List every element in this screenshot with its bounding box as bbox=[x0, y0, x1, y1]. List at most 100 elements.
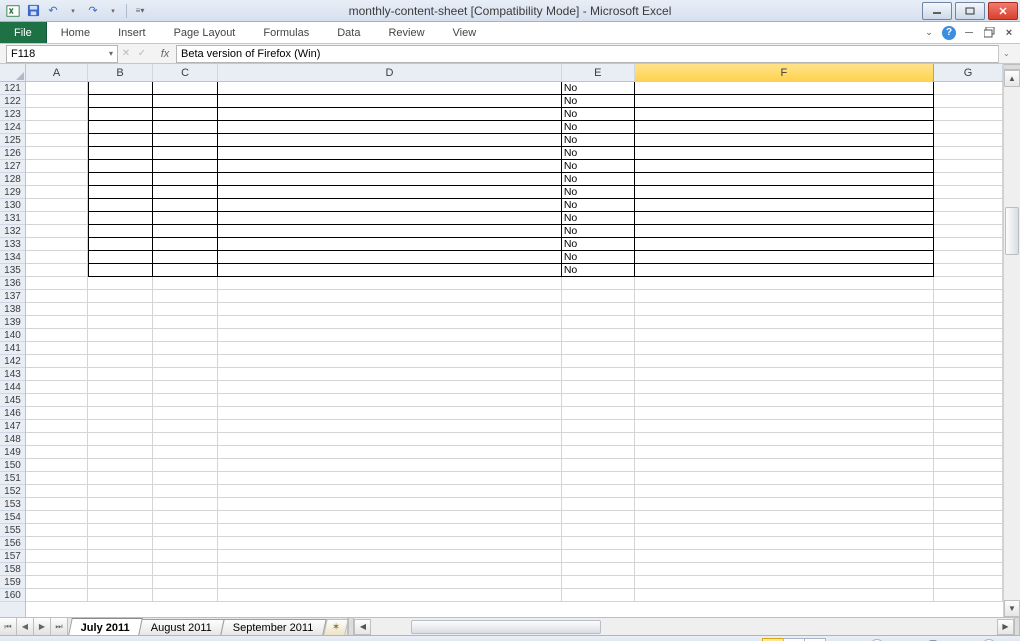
redo-icon[interactable]: ↷ bbox=[84, 2, 102, 20]
undo-dropdown-icon[interactable]: ▾ bbox=[64, 2, 82, 20]
cell[interactable] bbox=[153, 303, 218, 316]
tab-formulas[interactable]: Formulas bbox=[249, 22, 323, 43]
cell[interactable] bbox=[218, 95, 562, 108]
row-header[interactable]: 155 bbox=[0, 524, 25, 537]
cell[interactable] bbox=[88, 290, 153, 303]
cell[interactable] bbox=[88, 576, 153, 589]
cell[interactable] bbox=[88, 498, 153, 511]
cell[interactable] bbox=[635, 303, 934, 316]
cell[interactable] bbox=[218, 355, 562, 368]
row-header[interactable]: 145 bbox=[0, 394, 25, 407]
cell[interactable] bbox=[26, 121, 88, 134]
row-header[interactable]: 129 bbox=[0, 186, 25, 199]
cell[interactable] bbox=[934, 563, 1003, 576]
cell[interactable] bbox=[218, 82, 562, 95]
cell[interactable] bbox=[26, 303, 88, 316]
close-button[interactable] bbox=[988, 2, 1018, 20]
cell[interactable] bbox=[153, 394, 218, 407]
name-box[interactable]: ▾ bbox=[6, 45, 118, 63]
row-header[interactable]: 133 bbox=[0, 238, 25, 251]
cell[interactable] bbox=[218, 459, 562, 472]
cell[interactable] bbox=[26, 329, 88, 342]
cell[interactable] bbox=[934, 147, 1003, 160]
cell[interactable] bbox=[562, 550, 635, 563]
cell[interactable] bbox=[153, 563, 218, 576]
cell[interactable] bbox=[934, 316, 1003, 329]
row-header[interactable]: 134 bbox=[0, 251, 25, 264]
cell[interactable] bbox=[934, 82, 1003, 95]
cell[interactable] bbox=[635, 394, 934, 407]
cell[interactable] bbox=[88, 433, 153, 446]
formula-input[interactable] bbox=[181, 48, 994, 60]
cell[interactable] bbox=[635, 82, 934, 95]
cell[interactable] bbox=[218, 277, 562, 290]
cell[interactable] bbox=[88, 186, 153, 199]
cell[interactable] bbox=[88, 121, 153, 134]
formula-input-wrapper[interactable] bbox=[176, 45, 999, 63]
cell[interactable] bbox=[934, 329, 1003, 342]
sheet-nav-first-icon[interactable]: ⏮ bbox=[0, 618, 17, 635]
cell[interactable] bbox=[88, 563, 153, 576]
cell[interactable] bbox=[635, 95, 934, 108]
cell[interactable] bbox=[26, 459, 88, 472]
row-header[interactable]: 139 bbox=[0, 316, 25, 329]
cell[interactable] bbox=[218, 498, 562, 511]
row-header[interactable]: 132 bbox=[0, 225, 25, 238]
workbook-close-icon[interactable]: × bbox=[1002, 26, 1016, 40]
cell[interactable] bbox=[153, 121, 218, 134]
cell[interactable] bbox=[88, 485, 153, 498]
cell[interactable]: No bbox=[562, 108, 635, 121]
cell[interactable] bbox=[153, 459, 218, 472]
cell[interactable] bbox=[88, 589, 153, 602]
cell[interactable]: No bbox=[562, 238, 635, 251]
cell[interactable] bbox=[635, 420, 934, 433]
cell[interactable] bbox=[88, 524, 153, 537]
row-header[interactable]: 157 bbox=[0, 550, 25, 563]
undo-icon[interactable]: ↶ bbox=[44, 2, 62, 20]
cell[interactable] bbox=[88, 147, 153, 160]
cell[interactable] bbox=[562, 355, 635, 368]
cell[interactable] bbox=[153, 95, 218, 108]
cell[interactable] bbox=[218, 394, 562, 407]
cell[interactable]: No bbox=[562, 212, 635, 225]
cell[interactable] bbox=[218, 303, 562, 316]
cell[interactable]: No bbox=[562, 95, 635, 108]
row-header[interactable]: 138 bbox=[0, 303, 25, 316]
cell[interactable] bbox=[218, 121, 562, 134]
cell[interactable] bbox=[153, 199, 218, 212]
cell[interactable] bbox=[88, 173, 153, 186]
cell[interactable] bbox=[153, 511, 218, 524]
cell[interactable] bbox=[88, 160, 153, 173]
cell[interactable] bbox=[153, 264, 218, 277]
cell[interactable] bbox=[153, 485, 218, 498]
cell[interactable] bbox=[26, 199, 88, 212]
cell[interactable] bbox=[218, 472, 562, 485]
qat-customize-icon[interactable]: ≡▾ bbox=[131, 2, 149, 20]
cell[interactable] bbox=[26, 394, 88, 407]
cell[interactable]: No bbox=[562, 147, 635, 160]
row-header[interactable]: 148 bbox=[0, 433, 25, 446]
cell[interactable] bbox=[635, 186, 934, 199]
cell[interactable] bbox=[26, 433, 88, 446]
cell[interactable] bbox=[635, 446, 934, 459]
cell[interactable] bbox=[934, 576, 1003, 589]
cell[interactable] bbox=[153, 589, 218, 602]
column-header-C[interactable]: C bbox=[153, 64, 218, 81]
cell[interactable] bbox=[153, 160, 218, 173]
cell[interactable] bbox=[153, 277, 218, 290]
cell[interactable] bbox=[88, 277, 153, 290]
cell[interactable] bbox=[88, 316, 153, 329]
cell[interactable] bbox=[88, 225, 153, 238]
tab-review[interactable]: Review bbox=[374, 22, 438, 43]
cell[interactable]: No bbox=[562, 121, 635, 134]
scroll-right-icon[interactable]: ▶ bbox=[997, 619, 1014, 635]
cell[interactable] bbox=[218, 420, 562, 433]
sheet-nav-prev-icon[interactable]: ◀ bbox=[17, 618, 34, 635]
cell[interactable] bbox=[635, 433, 934, 446]
cell[interactable] bbox=[934, 433, 1003, 446]
ribbon-minimize-icon[interactable]: ⌄ bbox=[922, 26, 936, 40]
cell[interactable] bbox=[88, 368, 153, 381]
cell[interactable] bbox=[88, 82, 153, 95]
cell[interactable] bbox=[562, 368, 635, 381]
cell[interactable] bbox=[218, 290, 562, 303]
